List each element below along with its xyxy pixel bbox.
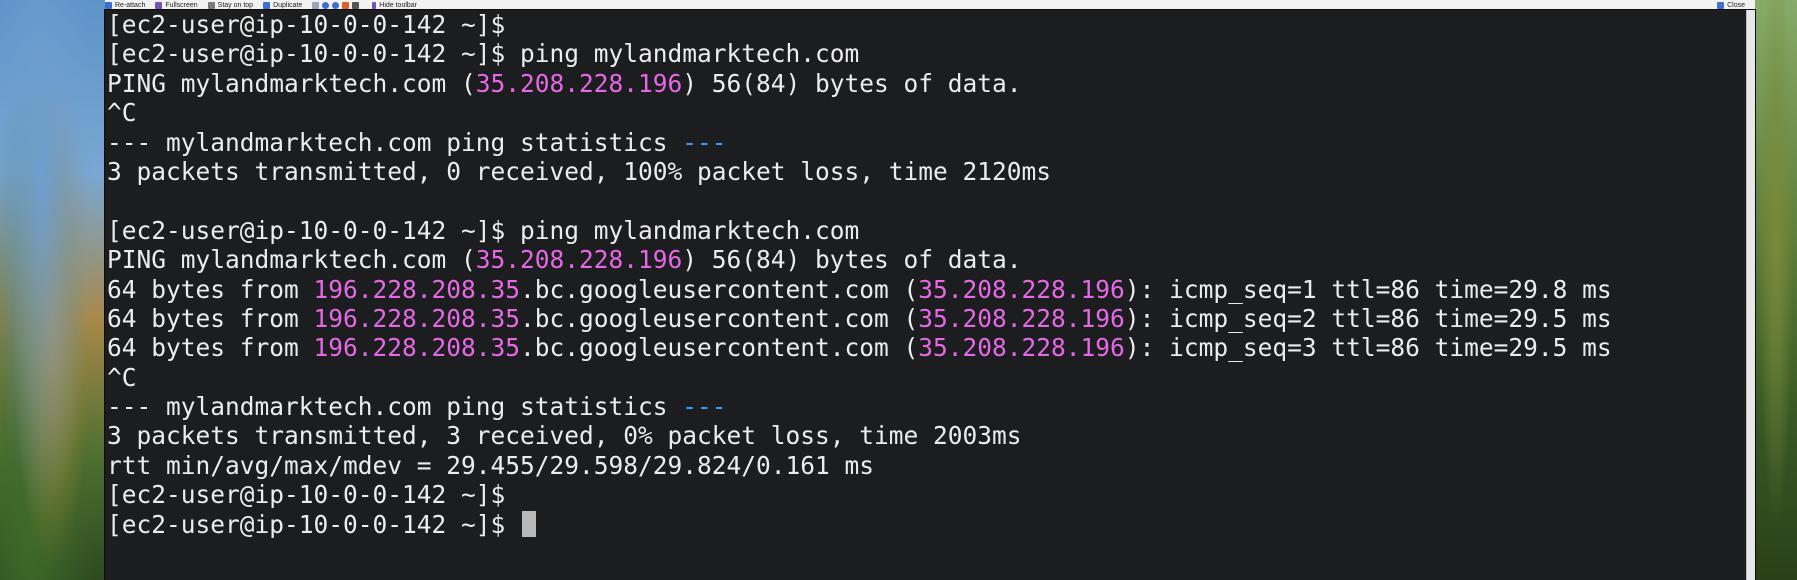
screenshot-icon[interactable] [342,1,350,9]
output-text: ) 56(84) bytes of data. [682,245,1022,275]
output-text: .bc.googleusercontent.com ( [520,303,919,333]
pin-icon [207,1,215,9]
command-text: ping mylandmarktech.com [505,215,860,245]
output-text: 64 bytes from [107,303,314,333]
output-text: ^C [107,98,137,128]
stay-on-top-button[interactable]: Stay on top [207,1,254,10]
output-text: .bc.googleusercontent.com ( [520,333,919,363]
shell-prompt: [ec2-user@ip-10-0-0-142 ~]$ [107,480,506,510]
ping-reply-line: 64 bytes from 196.228.208.35.bc.googleus… [107,275,1612,304]
ip-address: 35.208.228.196 [918,333,1125,363]
fullscreen-label: Fullscreen [165,1,198,9]
shell-prompt: [ec2-user@ip-10-0-0-142 ~]$ [107,215,506,245]
ping-header-line: PING mylandmarktech.com (35.208.228.196)… [107,69,1612,98]
terminal-scrollbar[interactable] [1746,10,1755,580]
close-button[interactable]: Close [1717,1,1745,10]
reverse-ip: 196.228.208.35 [313,274,521,304]
prompt-line: [ec2-user@ip-10-0-0-142 ~]$ ping mylandm… [107,216,1612,245]
stats-dash: --- [682,127,727,157]
stay-on-top-label: Stay on top [217,1,254,9]
reattach-icon [105,1,112,9]
duplicate-button[interactable]: Duplicate [263,1,302,10]
reattach-button[interactable]: Re-attach [105,1,145,10]
stats-dash: --- [682,392,727,422]
close-label: Close [1727,1,1745,9]
desktop-wallpaper-right [1755,0,1797,580]
fit-icon[interactable] [312,1,320,9]
terminal-output: [ec2-user@ip-10-0-0-142 ~]$ [ec2-user@ip-… [107,10,1612,539]
hide-toolbar-label: Hide toolbar [379,1,418,9]
desktop-wallpaper-left [0,0,105,580]
output-text: 64 bytes from [107,333,314,363]
ip-address: 35.208.228.196 [918,274,1125,304]
ping-header-line: PING mylandmarktech.com (35.208.228.196)… [107,245,1612,274]
output-line: ^C [107,98,1612,127]
ip-address: 35.208.228.196 [475,245,683,275]
command-text [505,510,520,539]
ip-address: 35.208.228.196 [475,68,683,98]
ping-reply-line: 64 bytes from 196.228.208.35.bc.googleus… [107,333,1612,362]
output-text: --- mylandmarktech.com ping statistics [107,127,683,157]
output-text: ): icmp_seq=2 ttl=86 time=29.5 ms [1124,303,1612,333]
output-text: --- mylandmarktech.com ping statistics [107,392,683,422]
shell-prompt: [ec2-user@ip-10-0-0-142 ~]$ [107,39,506,69]
output-line: 3 packets transmitted, 3 received, 0% pa… [107,421,1612,450]
output-text: ): icmp_seq=1 ttl=86 time=29.8 ms [1124,274,1612,304]
zoom-out-icon[interactable] [332,1,340,9]
output-line: 3 packets transmitted, 0 received, 100% … [107,157,1612,186]
output-text: PING mylandmarktech.com ( [107,245,476,275]
command-text: ping mylandmarktech.com [505,39,860,69]
prompt-line: [ec2-user@ip-10-0-0-142 ~]$ [107,480,1612,509]
ip-address: 35.208.228.196 [918,303,1125,333]
reverse-ip: 196.228.208.35 [313,333,521,363]
hide-toolbar-button[interactable]: Hide toolbar [372,1,417,10]
output-text: 3 packets transmitted, 3 received, 0% pa… [107,421,1022,451]
output-text: rtt min/avg/max/mdev = 29.455/29.598/29.… [107,450,875,480]
text-cursor [522,510,537,537]
prompt-line: [ec2-user@ip-10-0-0-142 ~]$ [107,510,1612,539]
zoom-in-icon[interactable] [322,1,330,9]
hide-toolbar-icon [372,1,377,9]
prompt-line: [ec2-user@ip-10-0-0-142 ~]$ ping mylandm… [107,39,1612,68]
shell-prompt: [ec2-user@ip-10-0-0-142 ~]$ [107,509,506,539]
duplicate-icon [263,1,271,9]
output-line: rtt min/avg/max/mdev = 29.455/29.598/29.… [107,451,1612,480]
output-text: .bc.googleusercontent.com ( [520,274,919,304]
duplicate-label: Duplicate [273,1,303,9]
send-keys-icon[interactable] [352,1,360,9]
prompt-line: [ec2-user@ip-10-0-0-142 ~]$ [107,10,1612,39]
output-text: 3 packets transmitted, 0 received, 100% … [107,156,1052,186]
ping-statistics-header: --- mylandmarktech.com ping statistics -… [107,128,1612,157]
output-text: 64 bytes from [107,274,314,304]
fullscreen-button[interactable]: Fullscreen [155,1,198,10]
output-text: PING mylandmarktech.com ( [107,68,476,98]
close-icon [1717,1,1725,9]
ping-reply-line: 64 bytes from 196.228.208.35.bc.googleus… [107,304,1612,333]
shell-prompt: [ec2-user@ip-10-0-0-142 ~]$ [107,10,506,39]
fullscreen-icon [155,1,163,9]
output-text: ) 56(84) bytes of data. [682,68,1022,98]
output-line: ^C [107,363,1612,392]
terminal-window[interactable]: [ec2-user@ip-10-0-0-142 ~]$ [ec2-user@ip-… [105,10,1755,580]
output-text: ^C [107,362,137,392]
toolbar-icon-group [312,1,362,9]
reverse-ip: 196.228.208.35 [313,303,521,333]
ping-statistics-header: --- mylandmarktech.com ping statistics -… [107,392,1612,421]
output-text: ): icmp_seq=3 ttl=86 time=29.5 ms [1124,333,1612,363]
reattach-label: Re-attach [115,1,146,9]
